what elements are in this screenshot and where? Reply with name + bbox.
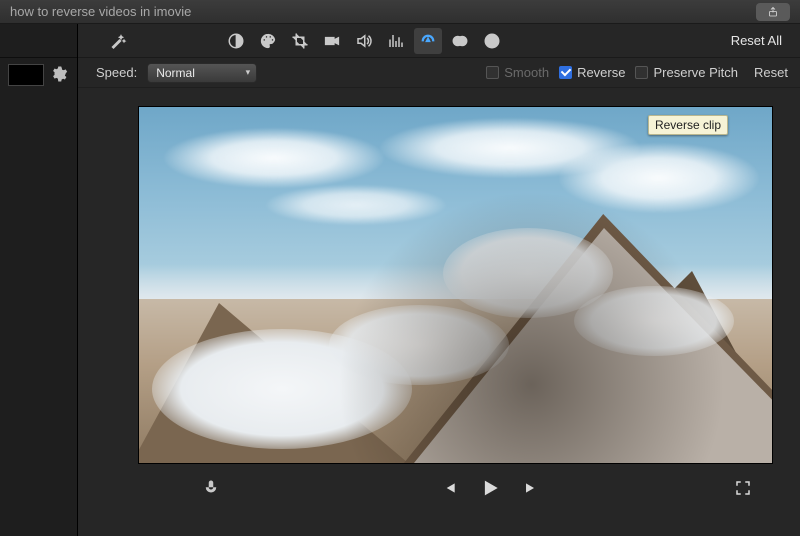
prev-frame-button[interactable]: [441, 480, 457, 499]
smooth-checkbox-wrap: Smooth: [486, 65, 549, 80]
library-sidebar: [0, 24, 78, 536]
fullscreen-button[interactable]: [734, 479, 752, 500]
chevron-down-icon: ▾: [246, 67, 251, 78]
speed-panel-button[interactable]: [414, 28, 442, 54]
reverse-checkbox[interactable]: [559, 66, 572, 79]
contrast-icon: [227, 32, 245, 50]
video-camera-icon: [323, 32, 341, 50]
preview-frame-image: [139, 107, 772, 463]
crop-icon: [291, 32, 309, 50]
skip-back-icon: [441, 480, 457, 496]
reverse-tooltip: Reverse clip: [648, 115, 728, 135]
speed-label: Speed:: [96, 65, 137, 80]
play-icon: [479, 477, 501, 499]
window-title: how to reverse videos in imovie: [10, 4, 191, 19]
volume-icon: [355, 32, 373, 50]
gear-icon: [50, 65, 68, 83]
fullscreen-icon: [734, 479, 752, 497]
reverse-checkbox-wrap[interactable]: Reverse: [559, 65, 625, 80]
magic-wand-icon: [109, 32, 127, 50]
adjustments-toolbar: Reset All: [78, 24, 800, 58]
preview-viewer[interactable]: Reverse clip: [138, 106, 773, 464]
video-overlay-button[interactable]: [446, 28, 474, 54]
clip-settings-button[interactable]: [50, 65, 68, 86]
speed-reset-button[interactable]: Reset: [754, 65, 788, 80]
voiceover-record-button[interactable]: [202, 478, 220, 501]
speed-controls-row: Speed: Normal ▾ Smooth Reverse Preserve …: [78, 58, 800, 88]
equalizer-icon: [387, 32, 405, 50]
reverse-label: Reverse: [577, 65, 625, 80]
share-icon: [767, 6, 779, 18]
window-titlebar: how to reverse videos in imovie: [0, 0, 800, 24]
crop-button[interactable]: [286, 28, 314, 54]
skip-forward-icon: [523, 480, 539, 496]
preserve-pitch-checkbox-wrap[interactable]: Preserve Pitch: [635, 65, 738, 80]
speedometer-icon: [419, 32, 437, 50]
next-frame-button[interactable]: [523, 480, 539, 499]
speed-select[interactable]: Normal ▾: [147, 63, 257, 83]
reset-all-button[interactable]: Reset All: [727, 33, 786, 48]
color-balance-button[interactable]: [222, 28, 250, 54]
info-button[interactable]: [478, 28, 506, 54]
volume-button[interactable]: [350, 28, 378, 54]
speed-select-value: Normal: [156, 66, 195, 80]
preserve-pitch-label: Preserve Pitch: [653, 65, 738, 80]
overlap-circles-icon: [451, 32, 469, 50]
microphone-icon: [202, 478, 220, 498]
share-button[interactable]: [756, 3, 790, 21]
stabilization-button[interactable]: [318, 28, 346, 54]
color-correction-button[interactable]: [254, 28, 282, 54]
noise-eq-button[interactable]: [382, 28, 410, 54]
clip-thumbnail[interactable]: [8, 64, 44, 86]
auto-enhance-button[interactable]: [104, 28, 132, 54]
playback-bar: [138, 464, 780, 514]
play-button[interactable]: [479, 477, 501, 502]
palette-icon: [259, 32, 277, 50]
smooth-label: Smooth: [504, 65, 549, 80]
preserve-pitch-checkbox[interactable]: [635, 66, 648, 79]
info-icon: [483, 32, 501, 50]
smooth-checkbox: [486, 66, 499, 79]
